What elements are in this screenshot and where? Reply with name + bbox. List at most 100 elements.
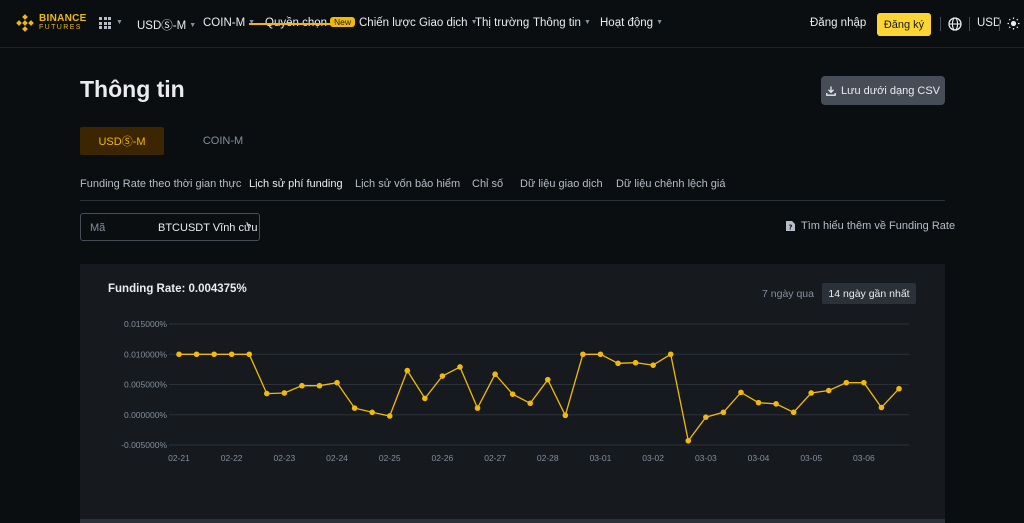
data-point[interactable] xyxy=(176,351,182,358)
nav-activities[interactable]: Hoạt động ▼ xyxy=(600,17,663,29)
signup-button[interactable]: Đăng ký xyxy=(877,13,931,36)
data-point[interactable] xyxy=(474,405,481,411)
nav-coinm[interactable]: COIN-M▼ xyxy=(203,17,255,29)
data-point[interactable] xyxy=(878,404,885,411)
logo-subtext: FUTURES xyxy=(39,24,82,31)
page-title: Thông tin xyxy=(80,76,185,102)
logo-text: BINANCE xyxy=(39,13,87,24)
chevron-down-icon: ▼ xyxy=(189,22,197,29)
data-point[interactable] xyxy=(843,379,850,386)
data-point[interactable] xyxy=(404,367,411,374)
data-point[interactable] xyxy=(246,351,253,358)
svg-text:?: ? xyxy=(788,224,792,232)
tab-insurance-fund[interactable]: Lịch sử vốn bảo hiểm xyxy=(355,178,460,190)
segment-usdm[interactable]: USDⓈ-M xyxy=(80,127,164,155)
data-point[interactable] xyxy=(386,413,393,419)
nav-activities-label: Hoạt động xyxy=(600,17,654,29)
nav-strategy[interactable]: Chiến lược Giao dịch ▼ xyxy=(359,17,478,29)
chevron-down-icon: ▼ xyxy=(656,19,664,26)
nav-usdm-label: USDⓈ-M xyxy=(137,20,187,32)
data-point[interactable] xyxy=(597,351,604,358)
data-point[interactable] xyxy=(228,351,235,358)
divider xyxy=(999,17,1000,31)
globe-icon[interactable] xyxy=(948,17,962,31)
data-point[interactable] xyxy=(439,373,446,379)
data-point[interactable] xyxy=(825,387,832,394)
y-tick-label: -0.005000% xyxy=(121,440,167,450)
save-csv-button[interactable]: Lưu dưới dạng CSV xyxy=(821,76,945,105)
nav-markets[interactable]: Thị trường xyxy=(475,17,529,29)
data-point[interactable] xyxy=(632,359,639,366)
y-tick-label: 0.000000% xyxy=(124,410,167,420)
x-tick-label: 02-21 xyxy=(168,453,190,463)
x-tick-label: 02-25 xyxy=(379,453,401,463)
data-point[interactable] xyxy=(580,351,586,358)
data-point[interactable] xyxy=(193,351,200,358)
currency-selector[interactable]: USD xyxy=(977,17,1001,29)
data-point[interactable] xyxy=(808,390,814,396)
x-tick-label: 02-23 xyxy=(273,453,295,463)
data-point[interactable] xyxy=(650,362,656,368)
data-point[interactable] xyxy=(509,391,516,397)
panel-footer-edge xyxy=(80,519,945,523)
theme-sun-icon[interactable] xyxy=(1007,17,1020,30)
data-point[interactable] xyxy=(492,371,498,378)
x-tick-label: 03-02 xyxy=(642,453,664,463)
data-point[interactable] xyxy=(422,395,428,402)
data-point[interactable] xyxy=(369,409,375,416)
x-tick-label: 03-04 xyxy=(748,453,770,463)
symbol-select[interactable]: Mã BTCUSDT Vĩnh cửu ▼ xyxy=(80,213,260,241)
data-point[interactable] xyxy=(738,389,744,396)
y-tick-label: 0.015000% xyxy=(124,319,167,329)
range-7-days[interactable]: 7 ngày qua xyxy=(760,283,816,304)
chevron-down-icon: ▼ xyxy=(583,19,591,26)
learn-funding-rate-link[interactable]: ? Tìm hiểu thêm về Funding Rate xyxy=(785,220,955,232)
tab-funding-history[interactable]: Lịch sử phí funding xyxy=(249,178,343,190)
nav-info[interactable]: Thông tin ▼ xyxy=(533,17,591,29)
data-point[interactable] xyxy=(685,437,692,444)
data-point[interactable] xyxy=(334,379,340,386)
tab-trading-data[interactable]: Dữ liệu giao dịch xyxy=(520,178,603,190)
data-point[interactable] xyxy=(281,390,288,396)
x-tick-label: 02-26 xyxy=(432,453,454,463)
data-point[interactable] xyxy=(861,379,867,386)
new-badge: New xyxy=(330,17,356,27)
data-point[interactable] xyxy=(562,412,569,419)
data-point[interactable] xyxy=(667,351,674,358)
nav-strategy-label: Chiến lược Giao dịch xyxy=(359,17,468,29)
nav-usdm[interactable]: USDⓈ-M ▼ xyxy=(137,17,196,33)
top-nav: BINANCE FUTURES ▼ USDⓈ-M▼ COIN-M▼ Quyền … xyxy=(0,0,1024,48)
data-point[interactable] xyxy=(211,351,217,358)
nav-coinm-label: COIN-M xyxy=(203,17,246,29)
data-point[interactable] xyxy=(703,414,709,420)
data-point[interactable] xyxy=(755,399,762,406)
binance-futures-logo[interactable]: BINANCE FUTURES xyxy=(16,14,87,32)
data-point[interactable] xyxy=(544,376,551,383)
tab-basis-data[interactable]: Dữ liệu chênh lệch giá xyxy=(616,178,725,190)
data-point[interactable] xyxy=(615,360,621,367)
segment-coinm[interactable]: COIN-M xyxy=(181,127,265,155)
x-tick-label: 03-06 xyxy=(853,453,875,463)
data-point[interactable] xyxy=(720,409,727,416)
apps-grid-icon[interactable] xyxy=(99,17,111,29)
data-point[interactable] xyxy=(896,385,902,392)
download-icon xyxy=(826,86,836,96)
data-point[interactable] xyxy=(299,382,305,389)
tab-index[interactable]: Chỉ số xyxy=(472,178,503,190)
data-point[interactable] xyxy=(773,401,779,407)
funding-rate-chart[interactable]: 0.015000% 0.010000% 0.005000% 0.000000% -0.0… xyxy=(80,310,945,470)
data-point[interactable] xyxy=(790,409,797,416)
data-point[interactable] xyxy=(316,382,323,389)
data-point[interactable] xyxy=(457,364,463,370)
data-point[interactable] xyxy=(351,405,358,411)
data-point[interactable] xyxy=(264,390,270,397)
symbol-label: Mã xyxy=(90,222,106,234)
login-link[interactable]: Đăng nhập xyxy=(810,17,866,29)
divider xyxy=(969,17,970,31)
range-14-days[interactable]: 14 ngày gần nhất xyxy=(822,283,916,304)
x-tick-label: 03-01 xyxy=(590,453,612,463)
save-csv-label: Lưu dưới dạng CSV xyxy=(841,84,940,97)
y-tick-label: 0.010000% xyxy=(124,349,167,359)
data-point[interactable] xyxy=(527,400,534,407)
tab-realtime-funding[interactable]: Funding Rate theo thời gian thực xyxy=(80,178,241,190)
